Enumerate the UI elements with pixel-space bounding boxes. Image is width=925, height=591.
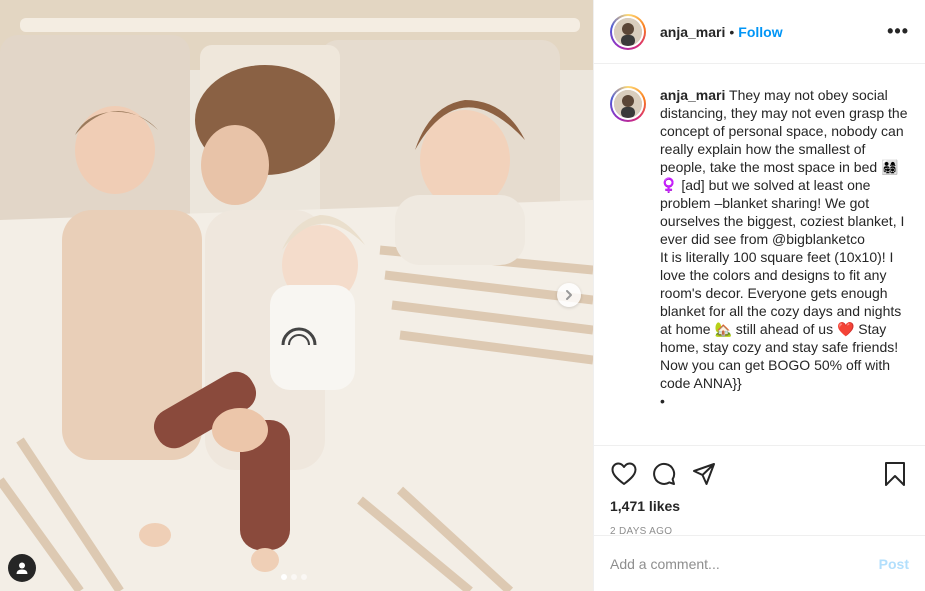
comment-input[interactable] <box>610 555 879 572</box>
family-in-bed-photo <box>0 0 593 591</box>
action-icon-row <box>610 454 909 494</box>
header-separator: • <box>729 23 735 40</box>
carousel-dot-active <box>281 574 287 580</box>
comment-button[interactable] <box>650 460 678 488</box>
carousel-indicator <box>281 574 307 580</box>
comment-icon <box>653 462 676 485</box>
heart-icon <box>611 462 637 485</box>
post-photo[interactable] <box>0 0 593 591</box>
caption-text: They may not obey social distancing, the… <box>660 87 908 409</box>
more-icon: ••• <box>887 21 909 41</box>
bookmark-icon <box>885 462 905 486</box>
post-actions: 1,471 likes 2 DAYS AGO <box>594 445 925 537</box>
save-button[interactable] <box>881 460 909 488</box>
caption-section: anja_mari They may not obey social dista… <box>594 64 925 445</box>
post-header: anja_mari • Follow ••• <box>594 0 925 64</box>
comment-bar: Post <box>594 535 925 591</box>
post-caption: anja_mari They may not obey social dista… <box>660 86 909 445</box>
avatar-image <box>614 17 642 46</box>
share-button[interactable] <box>690 460 718 488</box>
caption-username[interactable]: anja_mari <box>660 87 725 103</box>
carousel-dot <box>291 574 297 580</box>
like-button[interactable] <box>610 460 638 488</box>
instagram-post: anja_mari • Follow ••• anja_mari They ma… <box>0 0 925 591</box>
avatar[interactable] <box>610 13 646 50</box>
post-sidebar: anja_mari • Follow ••• anja_mari They ma… <box>593 0 925 591</box>
carousel-dot <box>301 574 307 580</box>
caption-avatar-image <box>614 90 642 118</box>
chevron-right-icon <box>566 290 572 300</box>
share-icon <box>693 463 715 485</box>
user-tag-icon <box>16 562 28 574</box>
likes-count[interactable]: 1,471 likes <box>610 498 909 514</box>
header-username[interactable]: anja_mari <box>660 24 725 40</box>
tagged-users-button[interactable] <box>8 554 36 582</box>
next-image-button[interactable] <box>557 283 581 307</box>
more-options-button[interactable]: ••• <box>887 21 909 42</box>
caption-avatar[interactable] <box>610 86 646 122</box>
follow-button[interactable]: Follow <box>738 24 782 40</box>
post-comment-button[interactable]: Post <box>879 556 909 572</box>
